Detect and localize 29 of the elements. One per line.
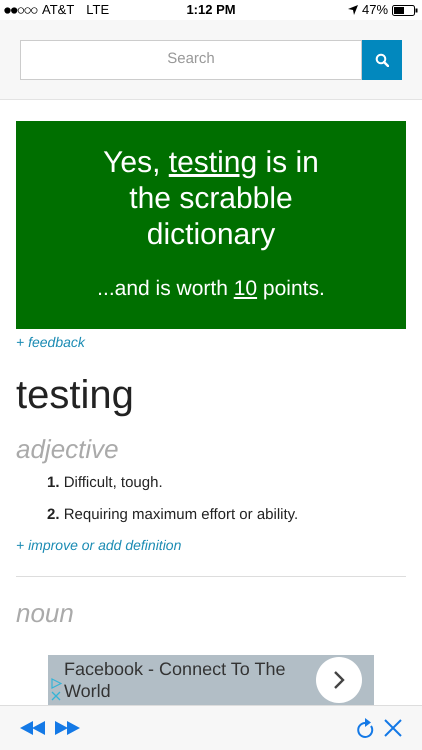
points-link[interactable]: 10 xyxy=(234,277,258,300)
reload-icon[interactable] xyxy=(356,717,376,739)
location-arrow-icon xyxy=(348,5,358,15)
ad-text: Facebook - Connect To The World xyxy=(64,658,286,702)
part-of-speech: adjective xyxy=(16,433,120,465)
ad-banner[interactable]: Facebook - Connect To The World xyxy=(48,655,374,705)
chevron-right-icon xyxy=(333,670,345,690)
search-button[interactable] xyxy=(362,40,402,80)
carrier: AT&T xyxy=(42,1,74,20)
battery-icon xyxy=(392,4,418,16)
improve-definition-link[interactable]: + improve or add definition xyxy=(16,535,406,556)
points-text: ...and is worth 10 points. xyxy=(97,276,325,302)
ad-arrow-button[interactable] xyxy=(316,657,362,703)
close-icon[interactable] xyxy=(384,719,402,737)
definition: 2. Requiring maximum effort or ability. xyxy=(47,505,300,525)
result-headline: Yes, testing is in the scrabble dictionary xyxy=(102,145,320,254)
search-icon xyxy=(375,52,389,66)
search-field[interactable]: Search xyxy=(20,40,362,80)
word-link[interactable]: testing xyxy=(168,146,258,180)
forward-icon[interactable] xyxy=(54,721,80,735)
signal-icon xyxy=(4,6,38,14)
clock: 1:12 PM xyxy=(186,1,236,20)
back-icon[interactable] xyxy=(20,721,46,735)
battery-percent: 47% xyxy=(362,1,388,20)
network-type: LTE xyxy=(86,1,110,20)
part-of-speech: noun xyxy=(16,597,75,629)
headword: testing xyxy=(16,372,135,419)
feedback-link[interactable]: + feedback xyxy=(16,332,406,353)
definition: 1. Difficult, tough. xyxy=(47,473,164,493)
